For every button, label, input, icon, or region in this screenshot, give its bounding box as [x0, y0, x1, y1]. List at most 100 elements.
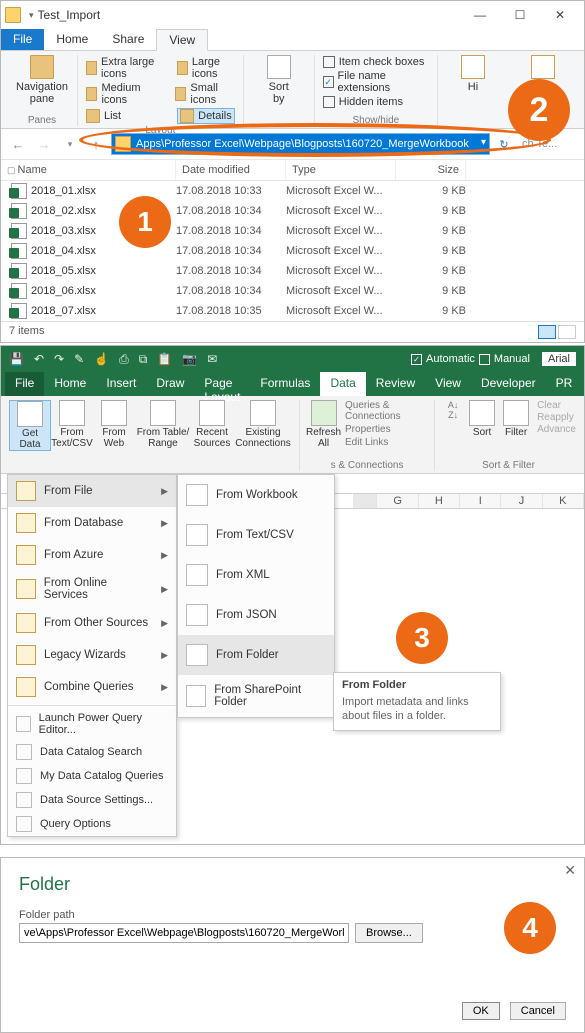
filter-button[interactable]: Filter	[499, 400, 533, 438]
tab-review[interactable]: Review	[366, 372, 425, 396]
menu-item-query-options[interactable]: Query Options	[8, 812, 176, 836]
checkbox-icon[interactable]: ✓	[323, 76, 334, 88]
menu-item-from-database[interactable]: From Database▶	[8, 507, 176, 539]
submenu-item-from-xml[interactable]: From XML	[178, 555, 334, 595]
menu-item-my-data-catalog-queries[interactable]: My Data Catalog Queries	[8, 764, 176, 788]
font-selector[interactable]: Arial	[542, 352, 576, 366]
minimize-button[interactable]: —	[460, 1, 500, 29]
checkbox-icon[interactable]	[323, 56, 335, 68]
browse-button[interactable]: Browse...	[355, 923, 423, 943]
advanced-button[interactable]: Advance	[537, 424, 576, 435]
tab-view[interactable]: View	[425, 372, 471, 396]
folder-path-input[interactable]	[19, 923, 349, 943]
file-row[interactable]: 2018_06.xlsx 17.08.2018 10:34 Microsoft …	[1, 281, 584, 301]
touch-icon[interactable]: ☝	[94, 352, 109, 366]
file-row[interactable]: 2018_02.xlsx 17.08.2018 10:34 Microsoft …	[1, 201, 584, 221]
icons-view-toggle[interactable]	[558, 325, 576, 339]
get-data-button[interactable]: Get Data	[9, 400, 51, 451]
address-input[interactable]	[111, 133, 490, 155]
edit-links-label[interactable]: Edit Links	[345, 437, 428, 448]
layout-details-selected[interactable]: Details	[177, 108, 235, 124]
from-web-button[interactable]: From Web	[93, 400, 135, 451]
item-checkboxes-option[interactable]: Item check boxes	[323, 55, 429, 69]
properties-label[interactable]: Properties	[345, 424, 428, 435]
navigation-pane-button[interactable]: Navigation pane	[15, 55, 69, 105]
maximize-button[interactable]: ☐	[500, 1, 540, 29]
print-icon[interactable]: ⎙	[119, 352, 129, 367]
menu-item-data-catalog-search[interactable]: Data Catalog Search	[8, 740, 176, 764]
details-view-toggle[interactable]	[538, 325, 556, 339]
file-row[interactable]: 2018_07.xlsx 17.08.2018 10:35 Microsoft …	[1, 301, 584, 321]
redo-icon[interactable]: ↷	[54, 352, 64, 366]
select-all-corner[interactable]	[353, 494, 377, 508]
menu-item-from-file[interactable]: From File▶	[8, 475, 176, 507]
recent-sources-button[interactable]: Recent Sources	[191, 400, 233, 451]
hidden-items-option[interactable]: Hidden items	[323, 95, 429, 109]
tab-developer[interactable]: Developer	[471, 372, 546, 396]
menu-item-from-other-sources[interactable]: From Other Sources▶	[8, 607, 176, 639]
col-date[interactable]: Date modified	[176, 160, 286, 180]
col-type[interactable]: Type	[286, 160, 396, 180]
col-header[interactable]: K	[543, 494, 584, 508]
tab-page-layout[interactable]: Page Layout	[194, 372, 250, 396]
existing-connections-button[interactable]: Existing Connections	[233, 400, 293, 451]
history-dropdown[interactable]: ▾	[59, 133, 81, 155]
menu-item-combine-queries[interactable]: Combine Queries▶	[8, 671, 176, 703]
paste-icon[interactable]: 📋	[157, 352, 172, 366]
brush-icon[interactable]: ✎	[74, 352, 84, 366]
reapply-button[interactable]: Reapply	[537, 412, 576, 423]
tab-file[interactable]: File	[5, 372, 44, 396]
layout-medium[interactable]: Medium iconsSmall icons	[86, 81, 235, 107]
tab-draw[interactable]: Draw	[146, 372, 194, 396]
clear-button[interactable]: Clear	[537, 400, 576, 411]
layout-extra-large[interactable]: Extra large iconsLarge icons	[86, 55, 235, 81]
menu-item-legacy-wizards[interactable]: Legacy Wizards▶	[8, 639, 176, 671]
tab-pr[interactable]: PR	[546, 372, 583, 396]
checkbox-icon[interactable]	[323, 96, 335, 108]
sort-az-button[interactable]: A↓Z↓	[441, 400, 465, 438]
back-button[interactable]: ←	[7, 133, 29, 155]
submenu-item-from-workbook[interactable]: From Workbook	[178, 475, 334, 515]
sort-button[interactable]: Sort	[465, 400, 499, 438]
submenu-item-from-text-csv[interactable]: From Text/CSV	[178, 515, 334, 555]
save-icon[interactable]: 💾	[9, 352, 24, 366]
search-input[interactable]: ch Te...	[518, 138, 578, 150]
file-row[interactable]: 2018_03.xlsx 17.08.2018 10:34 Microsoft …	[1, 221, 584, 241]
file-row[interactable]: 2018_05.xlsx 17.08.2018 10:34 Microsoft …	[1, 261, 584, 281]
tab-view[interactable]: View	[156, 29, 208, 51]
refresh-all-button[interactable]: Refresh All	[306, 400, 341, 449]
cancel-button[interactable]: Cancel	[510, 1002, 566, 1020]
file-row[interactable]: 2018_04.xlsx 17.08.2018 10:34 Microsoft …	[1, 241, 584, 261]
from-textcsv-button[interactable]: From Text/CSV	[51, 400, 93, 451]
file-extensions-option[interactable]: ✓File name extensions	[323, 69, 429, 95]
menu-item-launch-power-query-editor-[interactable]: Launch Power Query Editor...	[8, 708, 176, 740]
email-icon[interactable]: ✉	[207, 352, 217, 366]
tab-home[interactable]: Home	[44, 29, 100, 50]
copy-icon[interactable]: ⧉	[139, 352, 148, 367]
tab-home[interactable]: Home	[44, 372, 96, 396]
layout-list[interactable]: ListDetails	[86, 107, 235, 125]
from-table-button[interactable]: From Table/ Range	[135, 400, 191, 451]
submenu-item-from-json[interactable]: From JSON	[178, 595, 334, 635]
col-header[interactable]: H	[419, 494, 460, 508]
col-header[interactable]: I	[460, 494, 501, 508]
manual-checkbox[interactable]	[479, 354, 490, 365]
menu-item-from-online-services[interactable]: From Online Services▶	[8, 571, 176, 607]
forward-button[interactable]: →	[33, 133, 55, 155]
submenu-item-from-sharepoint-folder[interactable]: From SharePoint Folder	[178, 675, 334, 717]
tab-formulas[interactable]: Formulas	[250, 372, 320, 396]
menu-item-data-source-settings-[interactable]: Data Source Settings...	[8, 788, 176, 812]
submenu-item-from-folder[interactable]: From Folder	[178, 635, 334, 675]
automatic-checkbox[interactable]: ✓	[411, 354, 422, 365]
chevron-down-icon[interactable]: ▾	[29, 10, 34, 21]
col-header[interactable]: J	[501, 494, 542, 508]
queries-conn-label[interactable]: Queries & Connections	[345, 400, 428, 422]
col-size[interactable]: Size	[396, 160, 466, 180]
camera-icon[interactable]: 📷	[182, 352, 197, 366]
menu-item-from-azure[interactable]: From Azure▶	[8, 539, 176, 571]
undo-icon[interactable]: ↶	[34, 352, 44, 366]
hide-selected-button[interactable]: Hi	[446, 55, 500, 93]
chevron-down-icon[interactable]: ▾	[481, 137, 486, 148]
close-button[interactable]: ✕	[540, 1, 580, 29]
sort-by-button[interactable]: Sort by	[252, 55, 306, 105]
